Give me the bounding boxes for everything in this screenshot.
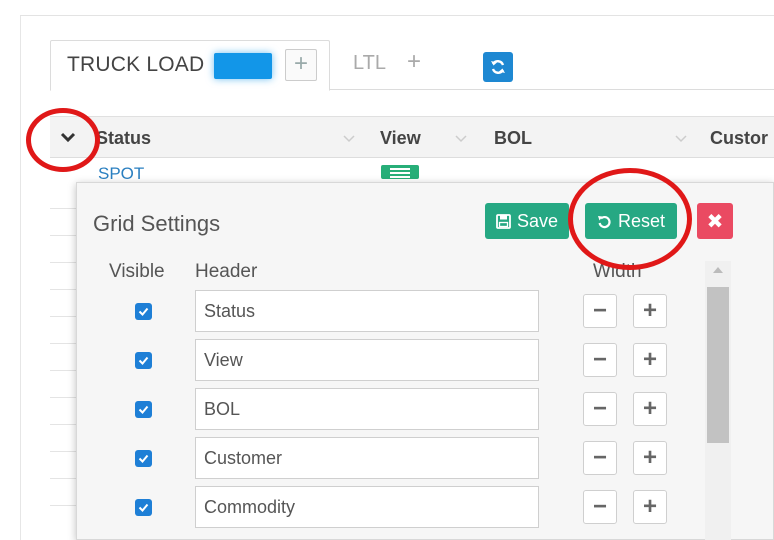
row-divider xyxy=(50,505,76,506)
row-divider xyxy=(50,451,76,452)
annotation-circle-expand xyxy=(26,108,100,172)
row-divider xyxy=(50,262,76,263)
setting-row-view: View − + xyxy=(77,339,697,387)
grid-header-row: Status View BOL Custor xyxy=(50,116,774,158)
refresh-icon xyxy=(491,60,505,74)
width-increase-button[interactable]: + xyxy=(633,294,667,328)
width-decrease-button[interactable]: − xyxy=(583,441,617,475)
visible-checkbox[interactable] xyxy=(135,303,152,320)
sort-chevron-icon[interactable] xyxy=(674,131,688,145)
visible-checkbox[interactable] xyxy=(135,499,152,516)
save-button[interactable]: Save xyxy=(485,203,569,239)
width-decrease-button[interactable]: − xyxy=(583,490,617,524)
header-name-input[interactable]: Commodity xyxy=(195,486,539,528)
column-header-bol[interactable]: BOL xyxy=(494,128,532,149)
panel-scrollbar[interactable] xyxy=(705,261,731,540)
width-decrease-button[interactable]: − xyxy=(583,392,617,426)
scrollbar-thumb[interactable] xyxy=(707,287,729,443)
column-header-customer[interactable]: Custor xyxy=(710,128,768,149)
row-divider xyxy=(50,235,76,236)
visible-checkbox[interactable] xyxy=(135,450,152,467)
visible-checkbox[interactable] xyxy=(135,352,152,369)
list-view-icon[interactable] xyxy=(381,165,419,179)
row-divider xyxy=(50,208,76,209)
row-divider xyxy=(50,424,76,425)
row-divider xyxy=(50,397,76,398)
row-divider xyxy=(50,316,76,317)
annotation-circle-reset xyxy=(568,168,692,270)
header-name-input[interactable]: View xyxy=(195,339,539,381)
page-top-border xyxy=(20,0,774,16)
tab-ltl[interactable]: LTL xyxy=(353,52,386,75)
sort-chevron-icon[interactable] xyxy=(454,131,468,145)
column-label-visible: Visible xyxy=(109,261,165,282)
visible-checkbox[interactable] xyxy=(135,401,152,418)
checkmark-icon xyxy=(138,454,149,463)
header-name-input[interactable]: Status xyxy=(195,290,539,332)
header-name-input[interactable]: Customer xyxy=(195,437,539,479)
setting-row-customer: Customer − + xyxy=(77,437,697,485)
tab-truck-load-label: TRUCK LOAD xyxy=(67,53,205,76)
checkmark-icon xyxy=(138,356,149,365)
setting-row-bol: BOL − + xyxy=(77,388,697,436)
sort-chevron-icon[interactable] xyxy=(342,131,356,145)
setting-row-status: Status − + xyxy=(77,290,697,338)
column-header-view[interactable]: View xyxy=(380,128,421,149)
column-label-header: Header xyxy=(195,261,258,282)
load-type-tabs: TRUCK LOAD + LTL + xyxy=(50,40,774,91)
width-increase-button[interactable]: + xyxy=(633,490,667,524)
width-increase-button[interactable]: + xyxy=(633,392,667,426)
row-divider xyxy=(50,370,76,371)
scroll-up-arrow-icon[interactable] xyxy=(713,267,723,273)
column-header-status[interactable]: Status xyxy=(96,128,151,149)
close-icon: ✖ xyxy=(706,210,724,233)
width-decrease-button[interactable]: − xyxy=(583,343,617,377)
refresh-button[interactable] xyxy=(483,52,513,82)
tab-truck-load[interactable]: TRUCK LOAD + xyxy=(50,40,330,91)
row-divider xyxy=(50,289,76,290)
row-divider xyxy=(50,478,76,479)
close-button[interactable]: ✖ xyxy=(697,203,733,239)
tab-count-badge xyxy=(214,53,272,79)
header-name-input[interactable]: BOL xyxy=(195,388,539,430)
setting-row-commodity: Commodity − + xyxy=(77,486,697,534)
checkmark-icon xyxy=(138,503,149,512)
checkmark-icon xyxy=(138,307,149,316)
row-divider xyxy=(50,343,76,344)
add-truck-load-button[interactable]: + xyxy=(285,49,317,81)
panel-title: Grid Settings xyxy=(93,211,221,236)
checkmark-icon xyxy=(138,405,149,414)
row-status-link[interactable]: SPOT xyxy=(98,164,144,184)
width-decrease-button[interactable]: − xyxy=(583,294,617,328)
width-increase-button[interactable]: + xyxy=(633,441,667,475)
add-ltl-button[interactable]: + xyxy=(407,48,421,76)
floppy-disk-icon xyxy=(496,213,511,229)
page-left-border xyxy=(20,16,21,540)
width-increase-button[interactable]: + xyxy=(633,343,667,377)
save-button-label: Save xyxy=(516,210,559,231)
